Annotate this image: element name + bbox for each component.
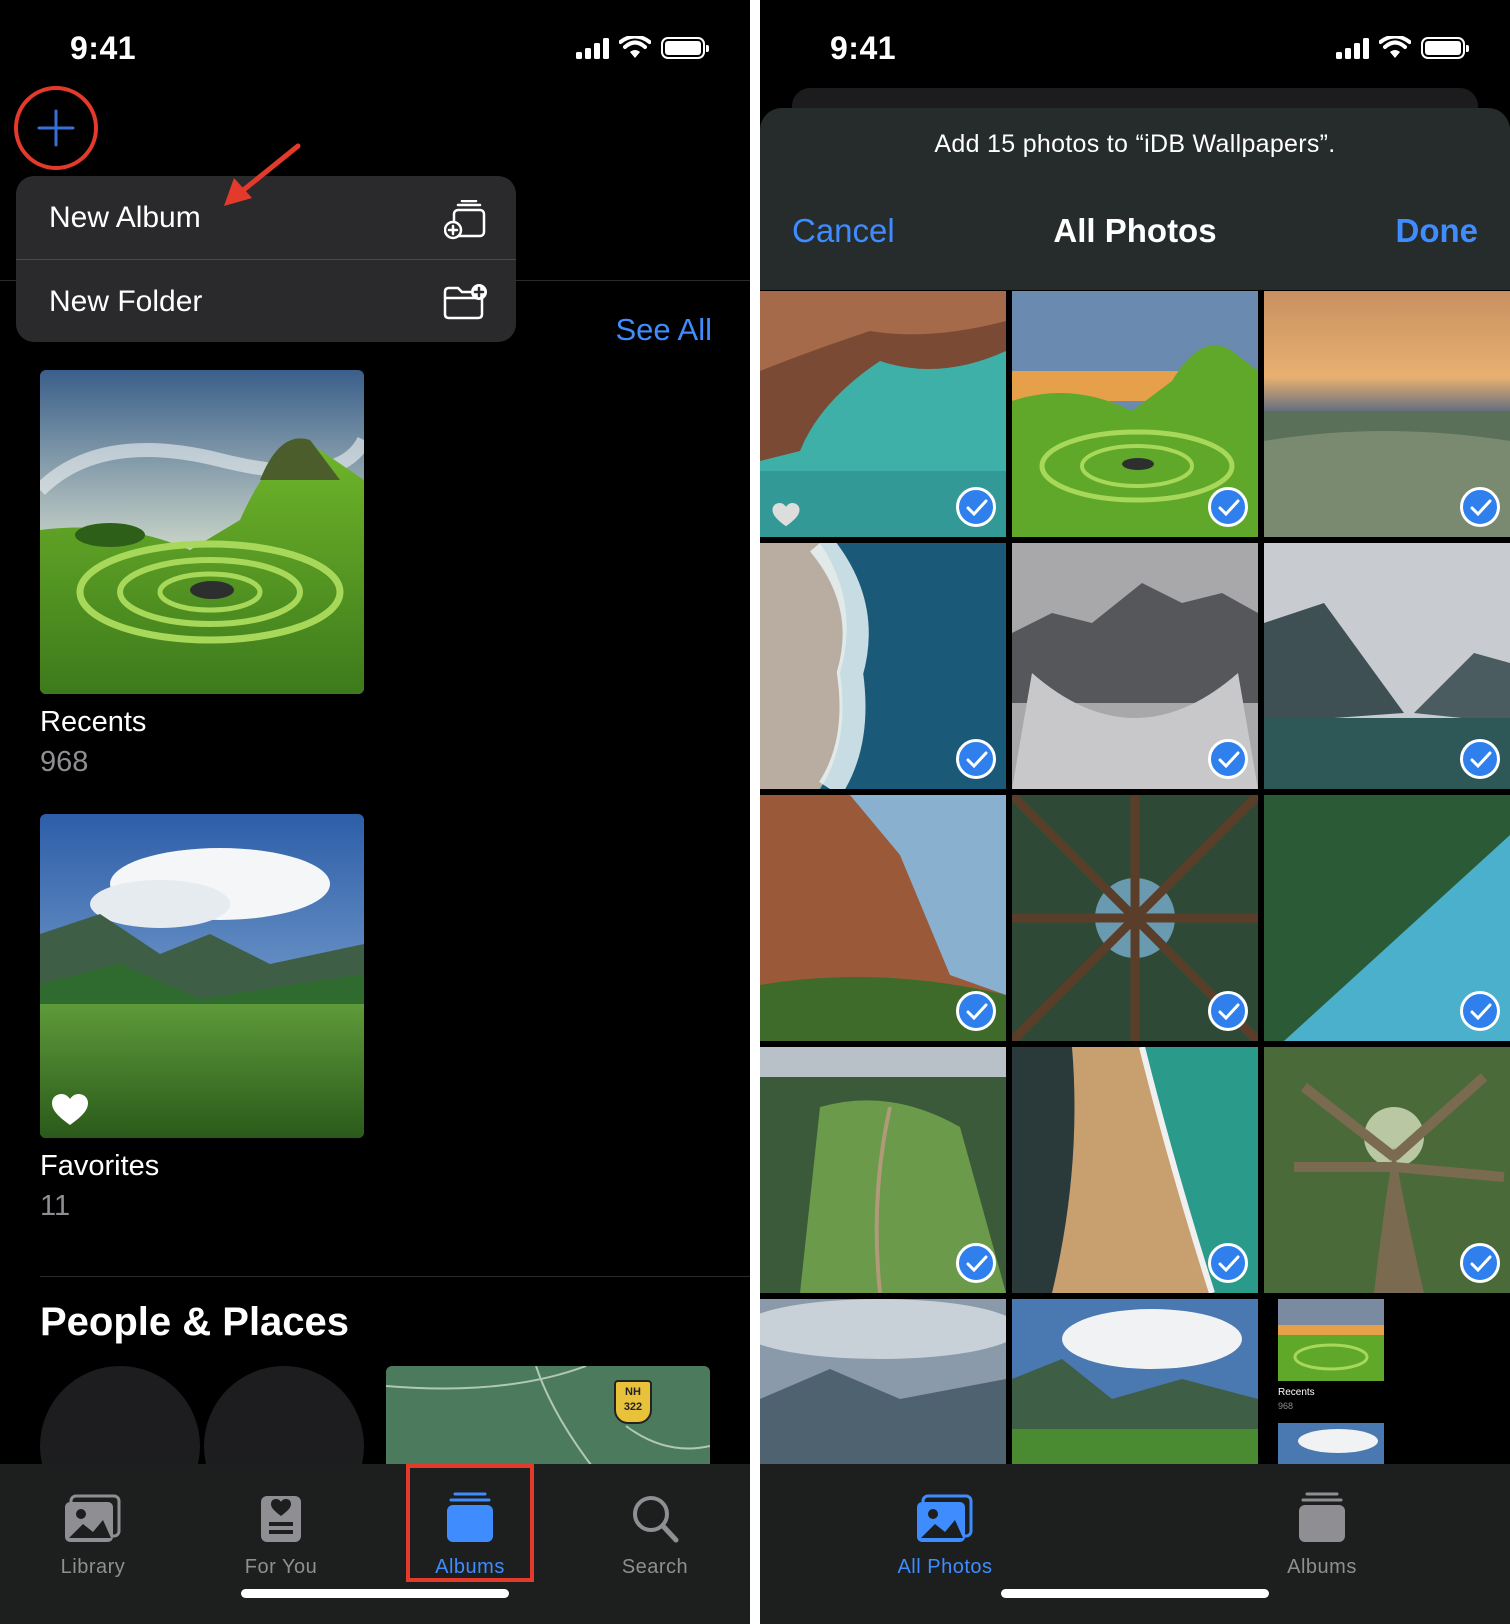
status-time: 9:41 <box>70 30 137 66</box>
selected-checkmark-icon <box>1208 1243 1248 1283</box>
selected-checkmark-icon <box>956 991 996 1031</box>
selected-checkmark-icon <box>956 1243 996 1283</box>
meadow-photo <box>40 814 364 1138</box>
tab-for-you[interactable]: For You <box>206 1464 356 1579</box>
add-photos-prompt: Add 15 photos to “iDB Wallpapers”. <box>934 130 1336 158</box>
home-indicator <box>241 1589 509 1598</box>
landscape-photo <box>1278 1299 1384 1381</box>
favorites-album-thumbnail[interactable] <box>40 814 364 1138</box>
album-count: 11 <box>40 1190 71 1222</box>
photo-cell[interactable] <box>1264 543 1510 789</box>
tab-label: All Photos <box>897 1556 993 1578</box>
new-folder-icon <box>443 284 487 320</box>
selected-checkmark-icon <box>1460 487 1500 527</box>
album-name: Recents <box>40 706 147 738</box>
new-album-label: New Album <box>49 200 201 234</box>
photo-cell[interactable] <box>1012 543 1258 789</box>
photos-icon <box>917 1494 973 1542</box>
photo-cell[interactable] <box>1264 795 1510 1041</box>
plus-icon <box>37 109 75 147</box>
photo-cell[interactable] <box>1012 291 1258 537</box>
cellular-signal-icon <box>1336 37 1369 59</box>
favorite-heart-icon <box>772 503 800 527</box>
album-name: Favorites <box>40 1150 160 1182</box>
heart-icon <box>52 1094 88 1125</box>
new-folder-menu-item[interactable]: New Folder <box>16 259 516 342</box>
mini-album-name: Recents <box>1278 1387 1315 1398</box>
tab-label: Albums <box>1287 1556 1357 1578</box>
tab-library[interactable]: Library <box>18 1464 168 1579</box>
new-album-icon <box>444 200 486 240</box>
done-button[interactable]: Done <box>1396 212 1479 250</box>
photo-cell[interactable] <box>760 291 1006 537</box>
status-time: 9:41 <box>830 30 897 66</box>
add-photos-screen: 9:41 Add 15 photos to “iDB Wallpapers”. … <box>760 0 1510 1624</box>
people-places-title: People & Places <box>40 1300 350 1344</box>
search-icon <box>633 1496 679 1543</box>
status-icons <box>1336 36 1469 60</box>
for-you-icon <box>261 1496 301 1542</box>
albums-screen: 9:41 New Album New Folder See All Recent… <box>0 0 750 1624</box>
selected-checkmark-icon <box>1208 739 1248 779</box>
mini-album-count: 968 <box>1278 1401 1294 1411</box>
selected-checkmark-icon <box>1208 991 1248 1031</box>
wifi-icon <box>1379 36 1411 58</box>
selected-checkmark-icon <box>1460 991 1500 1031</box>
wifi-icon <box>619 36 651 58</box>
tab-albums[interactable]: Albums <box>1247 1464 1397 1579</box>
photo-cell[interactable] <box>1264 291 1510 537</box>
selected-checkmark-icon <box>1460 1243 1500 1283</box>
photo-cell[interactable] <box>760 543 1006 789</box>
divider <box>40 1276 750 1277</box>
albums-icon <box>1299 1492 1345 1542</box>
new-folder-label: New Folder <box>49 284 203 318</box>
add-button[interactable] <box>14 86 98 170</box>
sheet-header: Add 15 photos to “iDB Wallpapers”. Cance… <box>760 108 1510 290</box>
see-all-link[interactable]: See All <box>615 312 712 348</box>
photo-cell[interactable] <box>760 1047 1006 1293</box>
selected-checkmark-icon <box>956 739 996 779</box>
status-icons <box>576 36 709 60</box>
tab-label: For You <box>244 1556 318 1578</box>
home-indicator <box>1001 1589 1269 1598</box>
cellular-signal-icon <box>576 37 609 59</box>
selected-checkmark-icon <box>1460 739 1500 779</box>
red-arrow-annotation <box>224 143 301 206</box>
landscape-photo <box>40 370 364 694</box>
battery-icon <box>1421 37 1469 59</box>
highway-badge-number: 322 <box>623 1401 643 1413</box>
highway-badge-top: NH <box>625 1386 641 1398</box>
selected-checkmark-icon <box>1208 487 1248 527</box>
photo-cell[interactable] <box>1012 795 1258 1041</box>
photo-cell[interactable] <box>760 795 1006 1041</box>
battery-icon <box>661 37 709 59</box>
tab-label: Library <box>60 1556 126 1578</box>
album-count: 968 <box>40 746 89 778</box>
tab-all-photos[interactable]: All Photos <box>870 1464 1020 1579</box>
photo-stack-icon <box>65 1494 121 1542</box>
selected-checkmark-icon <box>956 487 996 527</box>
albums-tab-highlight <box>406 1464 534 1582</box>
recents-album-thumbnail[interactable] <box>40 370 364 694</box>
photo-cell[interactable] <box>1012 1047 1258 1293</box>
highway-badge: NH 322 <box>614 1380 652 1424</box>
tab-bar: All Photos Albums <box>760 1464 1510 1624</box>
tab-search[interactable]: Search <box>580 1464 730 1579</box>
tab-label: Search <box>621 1556 689 1578</box>
tab-bar: Library For You Albums Search <box>0 1464 750 1624</box>
photo-cell[interactable] <box>1264 1047 1510 1293</box>
photo-picker-sheet: Add 15 photos to “iDB Wallpapers”. Cance… <box>760 108 1510 1624</box>
